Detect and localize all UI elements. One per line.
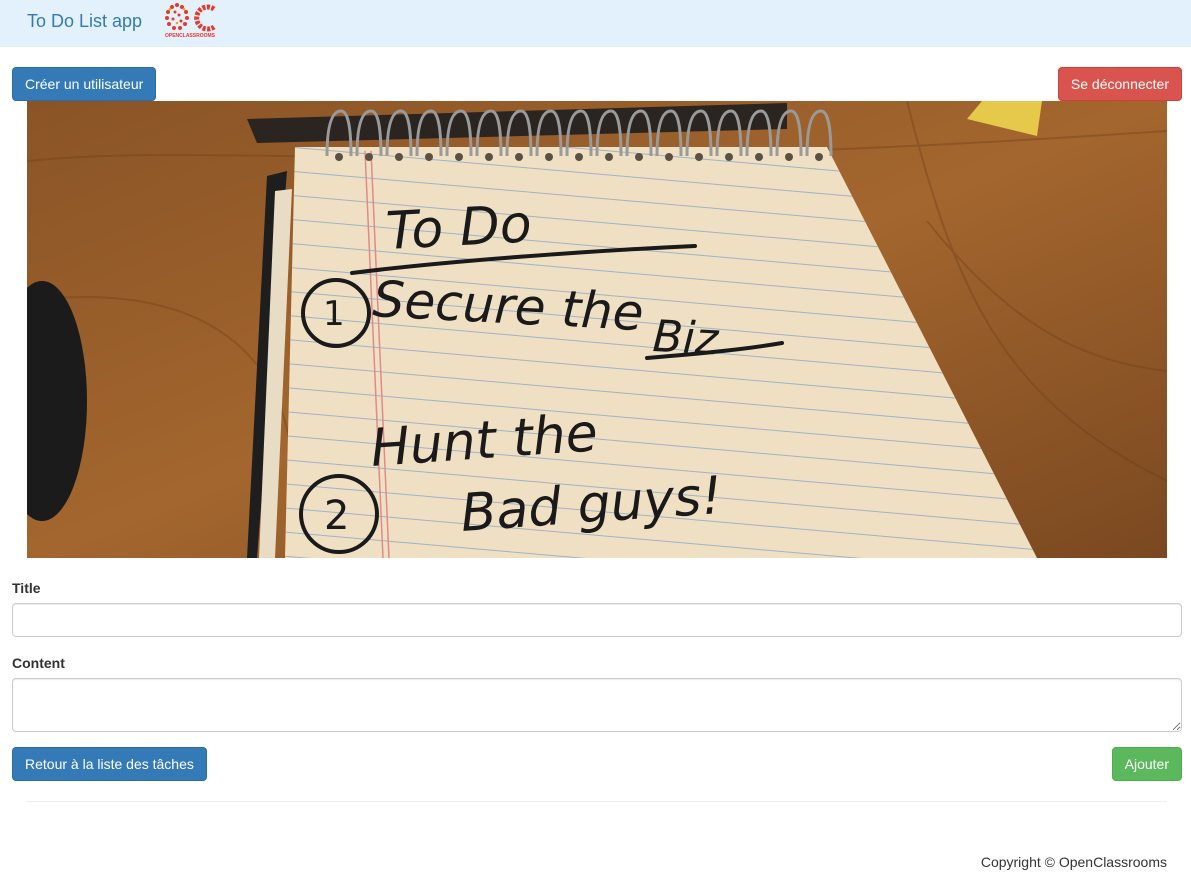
hero-heading: To Do <box>385 194 533 262</box>
brand-link[interactable]: To Do List app <box>27 11 142 32</box>
footer-divider <box>27 801 1167 802</box>
openclassrooms-logo: OPENCLASSROOMS <box>165 3 216 39</box>
footer-copyright: Copyright © OpenClassrooms <box>980 854 1167 870</box>
todo-notebook-illustration: To Do Secure the Biz Hunt the Bad guys! … <box>27 101 1167 558</box>
back-to-list-button[interactable]: Retour à la liste des tâches <box>12 747 207 781</box>
navbar: To Do List app OPENCLASSROOMS <box>0 0 1191 47</box>
title-input[interactable] <box>12 603 1182 637</box>
hero-image: To Do Secure the Biz Hunt the Bad guys! … <box>27 101 1167 558</box>
add-button[interactable]: Ajouter <box>1111 747 1182 781</box>
create-user-button[interactable]: Créer un utilisateur <box>12 67 157 101</box>
logout-button[interactable]: Se déconnecter <box>1057 67 1182 101</box>
content-textarea[interactable] <box>12 678 1182 732</box>
title-label: Title <box>12 580 41 596</box>
content-label: Content <box>12 655 65 671</box>
svg-text:2: 2 <box>324 493 349 539</box>
svg-text:1: 1 <box>323 294 345 334</box>
logo-text: OPENCLASSROOMS <box>165 33 216 39</box>
